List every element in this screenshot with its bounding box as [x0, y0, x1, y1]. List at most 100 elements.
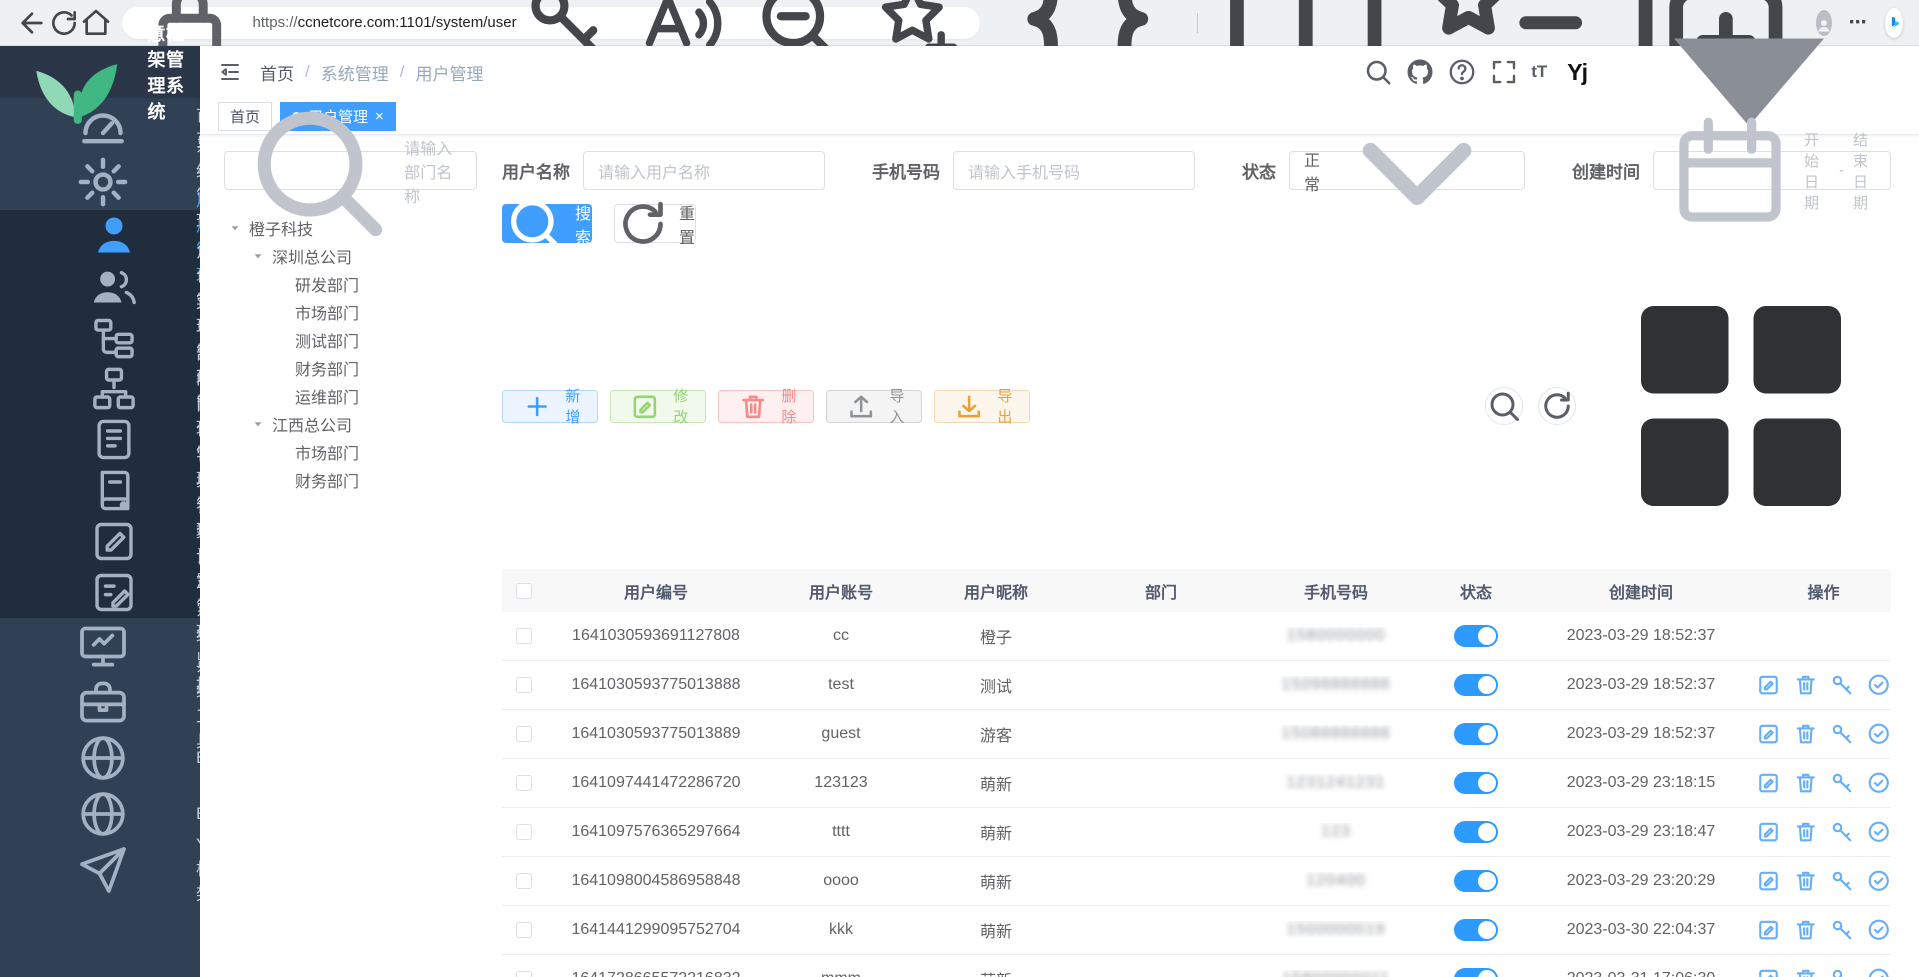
assign-role-icon[interactable] — [1866, 819, 1892, 845]
edit-row-icon[interactable] — [1756, 819, 1782, 845]
status-toggle[interactable] — [1454, 674, 1498, 696]
created-time: 2023-03-29 23:20:29 — [1526, 872, 1756, 890]
delete-row-icon[interactable] — [1793, 819, 1819, 845]
sidebar-menu-item[interactable]: 系统工具 — [0, 674, 200, 730]
row-checkbox[interactable] — [516, 873, 532, 889]
column-settings-icon[interactable] — [1591, 256, 1891, 556]
row-checkbox[interactable] — [516, 726, 532, 742]
assign-role-icon[interactable] — [1866, 868, 1892, 894]
add-button[interactable]: 新增 — [502, 390, 598, 423]
status-toggle[interactable] — [1454, 919, 1498, 941]
user-avatar[interactable]: Yj — [1567, 59, 1587, 86]
user-id: 1641097441472286720 — [546, 774, 766, 792]
sidebar-menu-item[interactable]: 系统管理 — [0, 154, 200, 210]
delete-row-icon[interactable] — [1793, 966, 1819, 977]
edit-row-icon[interactable] — [1756, 966, 1782, 977]
caret-down-icon[interactable] — [251, 417, 265, 431]
edit-row-icon[interactable] — [1756, 672, 1782, 698]
delete-row-icon[interactable] — [1793, 917, 1819, 943]
edit-row-icon[interactable] — [1756, 917, 1782, 943]
phone-input[interactable]: 请输入手机号码 — [953, 151, 1195, 190]
caret-down-icon[interactable] — [228, 221, 242, 235]
row-checkbox[interactable] — [516, 775, 532, 791]
delete-button[interactable]: 删除 — [718, 390, 814, 423]
tree-node[interactable]: 市场部门 — [224, 298, 477, 326]
url-text[interactable]: https://ccnetcore.com:1101/system/user — [253, 14, 517, 31]
reset-password-icon[interactable] — [1829, 721, 1855, 747]
edit-row-icon[interactable] — [1756, 868, 1782, 894]
row-checkbox[interactable] — [516, 922, 532, 938]
username-input[interactable]: 请输入用户名称 — [583, 151, 825, 190]
delete-row-icon[interactable] — [1793, 770, 1819, 796]
row-checkbox[interactable] — [516, 971, 532, 977]
edit-row-icon[interactable] — [1756, 721, 1782, 747]
sidebar-menu-item[interactable]: 日志管理 — [0, 567, 200, 618]
export-button[interactable]: 导出 — [934, 390, 1030, 423]
reset-password-icon[interactable] — [1829, 917, 1855, 943]
assign-role-icon[interactable] — [1866, 917, 1892, 943]
reset-password-icon[interactable] — [1829, 770, 1855, 796]
delete-row-icon[interactable] — [1793, 721, 1819, 747]
status-toggle[interactable] — [1454, 968, 1498, 977]
status-select[interactable]: 正常 — [1289, 151, 1525, 190]
reset-password-icon[interactable] — [1829, 966, 1855, 977]
row-checkbox[interactable] — [516, 677, 532, 693]
col-account: 用户账号 — [766, 579, 916, 603]
status-toggle[interactable] — [1454, 723, 1498, 745]
status-toggle[interactable] — [1454, 870, 1498, 892]
search-button[interactable]: 搜索 — [502, 204, 592, 243]
sidebar-menu-item[interactable]: 参数设置 — [0, 516, 200, 567]
row-checkbox[interactable] — [516, 628, 532, 644]
breadcrumb-home[interactable]: 首页 — [260, 60, 294, 85]
status-toggle[interactable] — [1454, 821, 1498, 843]
caret-down-icon[interactable] — [251, 249, 265, 263]
reset-password-icon[interactable] — [1829, 672, 1855, 698]
created-time: 2023-03-29 18:52:37 — [1526, 676, 1756, 694]
tree-node[interactable]: 江西总公司 — [224, 410, 477, 438]
sidebar-menu-item[interactable]: 系统监控 — [0, 618, 200, 674]
delete-row-icon[interactable] — [1793, 868, 1819, 894]
font-size-icon[interactable]: tT — [1531, 62, 1547, 82]
assign-role-icon[interactable] — [1866, 721, 1892, 747]
status-toggle[interactable] — [1454, 625, 1498, 647]
status-toggle[interactable] — [1454, 772, 1498, 794]
tree-node[interactable]: 财务部门 — [224, 466, 477, 494]
assign-role-icon[interactable] — [1866, 672, 1892, 698]
select-all-checkbox[interactable] — [516, 583, 532, 599]
assign-role-icon[interactable] — [1866, 966, 1892, 977]
tree-node[interactable]: 财务部门 — [224, 354, 477, 382]
edit-button[interactable]: 修改 — [610, 390, 706, 423]
sidebar-menu-item[interactable]: 角色管理 — [0, 261, 200, 312]
tree-node[interactable]: 测试部门 — [224, 326, 477, 354]
department-search-input[interactable]: 请输入部门名称 — [224, 151, 477, 190]
sidebar-menu-item[interactable]: 字典管理 — [0, 465, 200, 516]
sidebar-menu-item[interactable]: ERP — [0, 786, 200, 842]
sidebar-menu-item[interactable]: Yi框架 — [0, 842, 200, 898]
sidebar-menu-item[interactable]: 岗位管理 — [0, 414, 200, 465]
address-bar[interactable]: https://ccnetcore.com:1101/system/user — [122, 7, 980, 39]
refresh-icon — [615, 196, 671, 252]
import-button[interactable]: 导入 — [826, 390, 922, 423]
breadcrumb-section[interactable]: 系统管理 — [321, 60, 389, 85]
sidebar-collapse-icon[interactable] — [218, 60, 242, 84]
tree-node[interactable]: 研发部门 — [224, 270, 477, 298]
sidebar-menu-item[interactable]: 用户管理 — [0, 210, 200, 261]
reset-button[interactable]: 重置 — [614, 204, 696, 243]
sidebar-menu-item[interactable]: 首页 — [0, 98, 200, 154]
reset-password-icon[interactable] — [1829, 819, 1855, 845]
reset-password-icon[interactable] — [1829, 868, 1855, 894]
sidebar-menu-item[interactable]: BBS — [0, 730, 200, 786]
assign-role-icon[interactable] — [1866, 770, 1892, 796]
edit-row-icon[interactable] — [1756, 770, 1782, 796]
sidebar-menu-item[interactable]: 菜单管理 — [0, 312, 200, 363]
sidebar-menu-item[interactable]: 部门管理 — [0, 363, 200, 414]
user-phone-redacted: 15800000011 — [1282, 970, 1390, 977]
tree-node[interactable]: 市场部门 — [224, 438, 477, 466]
row-checkbox[interactable] — [516, 824, 532, 840]
tree-node[interactable]: 运维部门 — [224, 382, 477, 410]
refresh-circle-icon[interactable] — [1538, 387, 1576, 425]
date-range-picker[interactable]: 开始日期 - 结束日期 — [1653, 151, 1891, 190]
phone-label: 手机号码 — [872, 158, 940, 183]
search-circle-icon[interactable] — [1485, 387, 1523, 425]
delete-row-icon[interactable] — [1793, 672, 1819, 698]
